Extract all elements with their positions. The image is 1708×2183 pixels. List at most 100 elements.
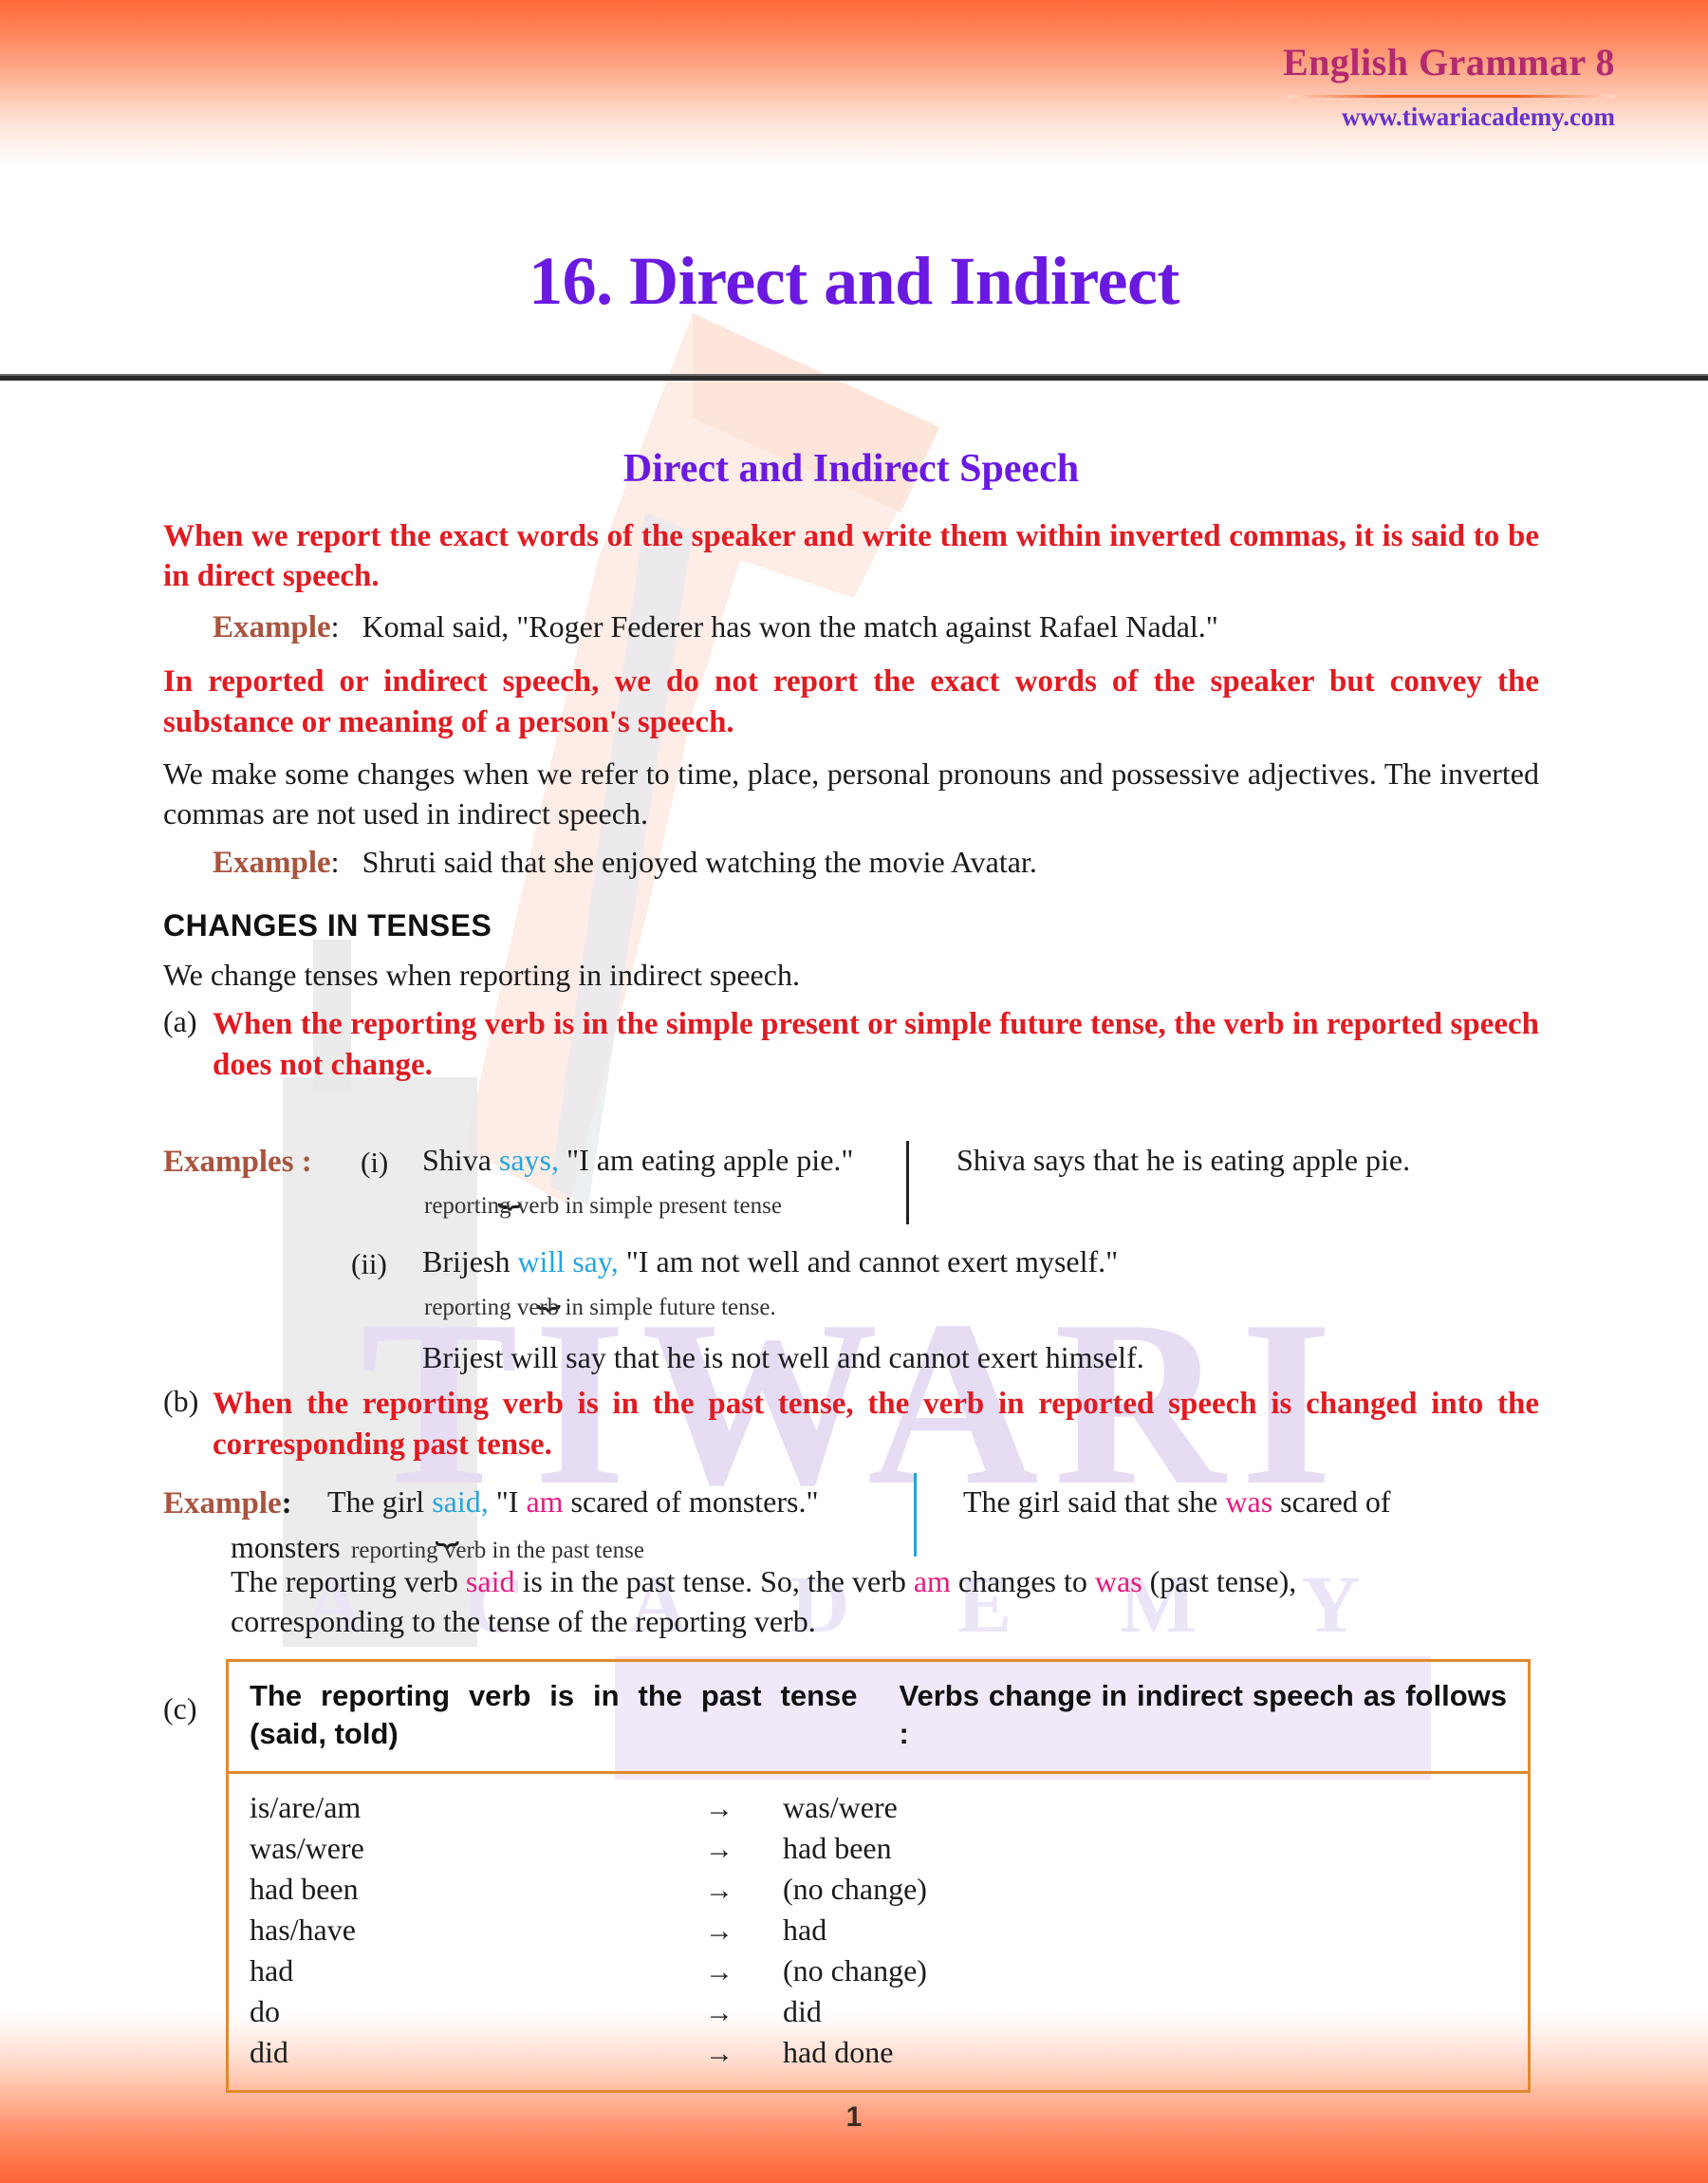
example-label: Example: [213, 610, 331, 645]
table-cell-from: was/were: [250, 1831, 364, 1866]
clause-c-marker: (c): [163, 1691, 197, 1726]
examples-label: Examples :: [163, 1145, 312, 1179]
arrow-icon: →: [705, 1875, 733, 1907]
table-cell-to: (no change): [783, 1872, 927, 1907]
table-header-row: The reporting verb is in the past tense …: [229, 1662, 1528, 1775]
example-b-direct-post: scared of monsters.": [563, 1484, 819, 1519]
tense-change-table: The reporting verb is in the past tense …: [226, 1659, 1531, 2094]
arrow-icon: →: [705, 1834, 733, 1866]
book-title: English Grammar 8: [1282, 41, 1615, 84]
clause-a-marker: (a): [163, 1004, 197, 1039]
table-cell-from: do: [250, 1994, 280, 2029]
example-colon: :: [330, 845, 340, 880]
arrow-icon: →: [705, 2038, 733, 2070]
table-cell-to: had: [783, 1912, 827, 1948]
table-cell-from: is/are/am: [250, 1790, 362, 1825]
example-b-indirect-2: scared of: [1272, 1484, 1391, 1519]
table-cell-to: had done: [783, 2035, 894, 2070]
table-row: do → did: [250, 1991, 1507, 2032]
indirect-speech-example-text: Shruti said that she enjoyed watching th…: [362, 845, 1037, 880]
table-cell-to: (no change): [783, 1953, 927, 1988]
indirect-speech-rule: In reported or indirect speech, we do no…: [163, 664, 1539, 739]
example-b-direct-mid: "I: [488, 1484, 527, 1519]
clause-b-text: When the reporting verb is in the past t…: [213, 1387, 1539, 1462]
table-row: had been → (no change): [250, 1869, 1507, 1910]
section-heading: Direct and Indirect Speech: [622, 447, 1080, 491]
arrow-icon: →: [705, 1793, 733, 1825]
explanation-part-2: is in the past tense. So, the verb: [514, 1564, 914, 1598]
table-cell-from: has/have: [250, 1912, 356, 1948]
direct-speech-example-text: Komal said, "Roger Federer has won the m…: [362, 609, 1218, 644]
tenses-lead-text: We change tenses when reporting in indir…: [163, 958, 800, 993]
example-ii-direct-post: "I am not well and cannot exert myself.": [618, 1244, 1119, 1278]
example-ii-roman: (ii): [351, 1247, 387, 1280]
table-row: has/have → had: [250, 1910, 1507, 1950]
example-divider-1: [906, 1141, 909, 1224]
example-b-annotation: reporting verb in the past tense: [351, 1538, 644, 1563]
example-i-reporting-verb: says,: [498, 1143, 559, 1177]
table-cell-from: had: [250, 1953, 294, 1988]
example-ii-indirect: Brijest will say that he is not well and…: [422, 1340, 1144, 1374]
arrow-icon: →: [705, 1997, 733, 2029]
explanation-part-1: The reporting verb: [231, 1564, 466, 1598]
body-column: Direct and Indirect Speech When we repor…: [163, 446, 1539, 1095]
example-ii-reporting-verb: will say,: [517, 1244, 619, 1278]
table-header-left: The reporting verb is in the past tense …: [250, 1679, 858, 1750]
table-row: did → had done: [250, 2032, 1507, 2073]
example-i-indirect: Shiva says that he is eating apple pie.: [956, 1143, 1411, 1177]
changes-in-tenses-heading: CHANGES IN TENSES: [163, 908, 492, 943]
website-url[interactable]: www.tiwariacademy.com: [1342, 103, 1615, 132]
example-i-annotation: reporting verb in simple present tense: [424, 1193, 782, 1219]
explanation-line-1: The reporting verb said is in the past t…: [231, 1561, 1540, 1601]
header-divider: [1288, 95, 1615, 98]
explanation-paragraph: The reporting verb said is in the past t…: [231, 1561, 1540, 1641]
page-number: 1: [845, 2101, 863, 2133]
example-colon: :: [330, 609, 340, 644]
table-row: was/were → had been: [250, 1828, 1507, 1869]
example-b-indirect-1: The girl said that she: [963, 1484, 1226, 1519]
clause-b-marker: (b): [163, 1384, 199, 1418]
table-row: had → (no change): [250, 1950, 1507, 1991]
table-body: is/are/am → was/were was/were → had been…: [229, 1774, 1528, 2090]
table-cell-from: did: [250, 2035, 288, 2070]
example-b-am-word: am: [526, 1484, 564, 1519]
example-ii-direct-pre: Brijesh: [422, 1244, 518, 1278]
arrow-icon: →: [705, 1956, 733, 1988]
example-b-was-word: was: [1225, 1484, 1273, 1519]
example-b-direct-pre: The girl: [327, 1484, 433, 1519]
changes-note: We make some changes when we refer to ti…: [163, 756, 1539, 831]
table-cell-to: did: [783, 1994, 822, 2029]
indirect-speech-example-row: Example: Shruti said that she enjoyed wat…: [163, 843, 1539, 884]
page-title: 16. Direct and Indirect: [529, 243, 1179, 319]
example-b-indirect: The girl said that she was scared of: [963, 1484, 1391, 1520]
example-i-roman: (i): [361, 1146, 389, 1179]
example-ii-direct: Brijesh will say, "I am not well and can…: [422, 1244, 1118, 1279]
explanation-part-4: (past tense),: [1142, 1564, 1297, 1598]
arrow-icon: →: [705, 1915, 733, 1948]
example-b-label: Example:: [163, 1486, 292, 1521]
example-divider-2: [914, 1473, 917, 1557]
example-b-colon: :: [281, 1486, 292, 1521]
example-b-direct: The girl said, "I am scared of monsters.…: [327, 1484, 819, 1520]
clause-a: (a) When the reporting verb is in the si…: [163, 1004, 1539, 1086]
explanation-am-word: am: [913, 1564, 951, 1598]
table-cell-from: had been: [250, 1872, 359, 1907]
clause-b: (b) When the reporting verb is in the pa…: [163, 1374, 1539, 1475]
example-ii-annotation: reporting verb in simple future tense.: [424, 1295, 776, 1320]
example-b-label-text: Example: [163, 1486, 282, 1521]
explanation-said-word: said: [465, 1564, 515, 1598]
example-i-direct: Shiva says, "I am eating apple pie.": [422, 1143, 853, 1178]
page-content: English Grammar 8 www.tiwariacademy.com …: [0, 0, 1708, 2183]
clause-a-text: When the reporting verb is in the simple…: [213, 1007, 1539, 1083]
document-page: TIWARI A C A D E M Y English Grammar 8 w…: [0, 0, 1708, 2183]
direct-speech-example-row: Example: Komal said, "Roger Federer has w…: [163, 607, 1539, 648]
table-header-right: Verbs change in indirect speech as follo…: [899, 1679, 1508, 1750]
example-label: Example: [213, 846, 331, 881]
table-row: is/are/am → was/were: [250, 1787, 1507, 1828]
example-i-direct-post: "I am eating apple pie.": [559, 1143, 854, 1177]
direct-speech-rule: When we report the exact words of the sp…: [163, 519, 1539, 594]
table-cell-to: was/were: [783, 1790, 898, 1825]
explanation-was-word: was: [1094, 1564, 1142, 1598]
title-horizontal-rule: [0, 374, 1708, 381]
table-cell-to: had been: [783, 1831, 892, 1866]
